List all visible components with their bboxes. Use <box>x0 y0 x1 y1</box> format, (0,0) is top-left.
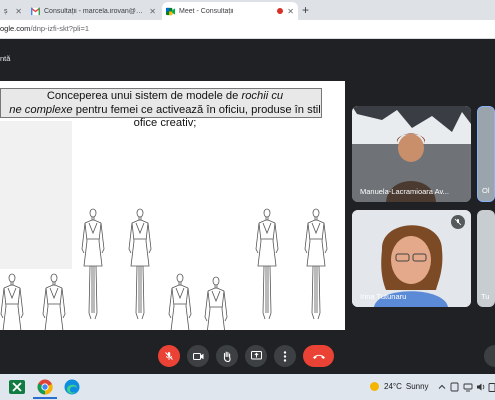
url-text[interactable]: ogle.com/dnp-izfi-skt?pli=1 <box>0 22 495 36</box>
new-tab-button[interactable]: + <box>302 3 309 17</box>
present-screen-button[interactable] <box>245 345 267 367</box>
microphone-toggle-button[interactable] <box>158 345 180 367</box>
dress-sketch-5 <box>255 208 279 320</box>
volume-icon[interactable] <box>476 382 486 392</box>
mic-off-icon <box>165 352 173 360</box>
dress-sketches-illustration <box>0 208 328 330</box>
camera-icon <box>192 352 203 360</box>
edge-icon[interactable] <box>64 379 80 395</box>
participant-name: Ol <box>482 186 490 195</box>
mic-off-icon <box>451 215 465 229</box>
network-icon[interactable] <box>463 382 473 392</box>
url-host: ogle.com <box>0 24 31 33</box>
camera-toggle-button[interactable] <box>187 345 209 367</box>
leave-call-button[interactable] <box>303 345 334 367</box>
temperature: 24°C <box>384 382 402 391</box>
hang-up-icon <box>312 354 325 359</box>
participant-name: Tu <box>481 292 490 301</box>
close-tab-icon[interactable]: ✕ <box>149 7 156 16</box>
dress-sketch-8 <box>42 273 66 330</box>
hand-icon <box>223 351 231 362</box>
close-tab-icon[interactable]: ✕ <box>287 7 294 16</box>
browser-tab-strip: ș ✕ Consultații - marcela.irovan@gm ✕ Me… <box>0 0 495 20</box>
dress-sketch-3 <box>168 273 192 330</box>
participant-tile-3[interactable]: Irina Tutunaru <box>352 210 471 307</box>
active-app-indicator <box>33 397 57 399</box>
sun-icon <box>370 382 379 391</box>
dress-sketch-6 <box>304 208 328 320</box>
presentation-slide: Conceperea unui sistem de modele de roch… <box>0 81 345 330</box>
participant-tile-4[interactable]: Tu <box>477 210 495 307</box>
recording-icon <box>277 8 284 14</box>
participant-name: Irina Tutunaru <box>360 292 407 301</box>
raise-hand-button[interactable] <box>216 345 238 367</box>
present-icon <box>250 351 262 360</box>
meet-icon <box>166 7 175 15</box>
address-bar[interactable]: ogle.com/dnp-izfi-skt?pli=1 <box>0 20 495 39</box>
tab-title: Meet - Consultații <box>179 7 234 15</box>
browser-tab-gmail[interactable]: Consultații - marcela.irovan@gm ✕ <box>27 2 160 20</box>
tab-title: ș <box>4 7 8 15</box>
dress-sketch-7 <box>0 273 24 330</box>
dress-sketch-2 <box>128 208 152 320</box>
close-tab-icon[interactable]: ✕ <box>15 7 22 16</box>
chevron-up-icon[interactable] <box>438 383 446 391</box>
weather-widget[interactable]: 24°C Sunny <box>370 382 429 391</box>
excel-icon[interactable] <box>9 379 25 395</box>
side-panel-button[interactable] <box>484 345 495 367</box>
onedrive-icon[interactable] <box>450 382 459 392</box>
presenting-label: ntă <box>0 54 11 63</box>
gmail-icon <box>31 6 40 15</box>
battery-icon[interactable] <box>488 382 495 392</box>
participant-name: Manuela-Lacramioara Av... <box>360 187 449 196</box>
windows-taskbar: 24°C Sunny <box>0 374 495 400</box>
chrome-icon[interactable] <box>37 379 53 395</box>
participant-tile-2[interactable]: Ol <box>477 106 495 202</box>
browser-tab-1[interactable]: ș ✕ <box>0 2 26 20</box>
browser-tab-meet[interactable]: Meet - Consultații ✕ <box>162 2 298 20</box>
tab-title: Consultații - marcela.irovan@gm <box>44 7 146 15</box>
dress-sketch-1 <box>81 208 105 320</box>
more-vert-icon <box>283 350 287 362</box>
url-path: /dnp-izfi-skt?pli=1 <box>30 24 90 33</box>
weather-condition: Sunny <box>405 382 429 391</box>
meet-header: ntă <box>0 39 495 79</box>
more-options-button[interactable] <box>274 345 296 367</box>
participant-tile-1[interactable]: Manuela-Lacramioara Av... <box>352 106 471 202</box>
dress-sketch-4 <box>204 276 228 330</box>
